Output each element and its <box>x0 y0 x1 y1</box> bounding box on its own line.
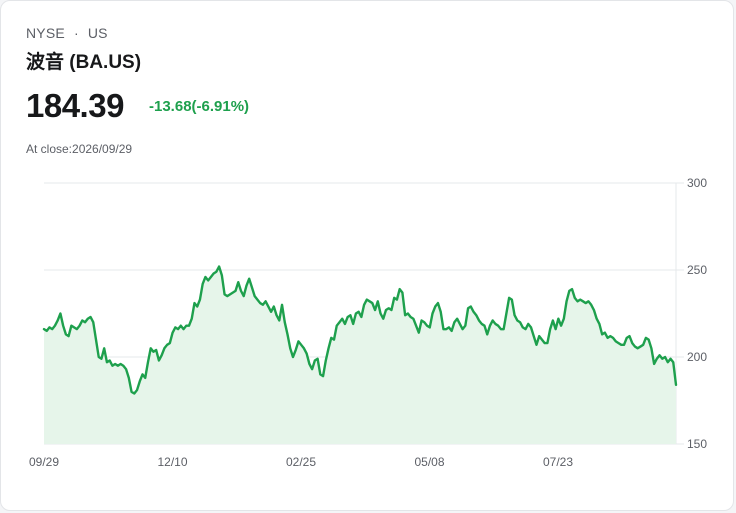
y-tick-label: 200 <box>687 350 707 364</box>
y-tick-label: 300 <box>687 176 707 190</box>
price-chart[interactable]: 300 250 200 150 09/29 12/10 02/25 05/08 07/23 <box>1 1 735 512</box>
x-tick-label: 02/25 <box>286 455 316 469</box>
x-tick-label: 09/29 <box>29 455 59 469</box>
price-area-fill <box>44 266 676 444</box>
x-tick-label: 05/08 <box>414 455 444 469</box>
y-tick-label: 150 <box>687 437 707 451</box>
x-tick-label: 07/23 <box>543 455 573 469</box>
y-tick-label: 250 <box>687 263 707 277</box>
x-tick-label: 12/10 <box>157 455 187 469</box>
stock-quote-card: NYSE · US 波音 (BA.US) 184.39 -13.68(-6.91%)… <box>0 0 734 511</box>
